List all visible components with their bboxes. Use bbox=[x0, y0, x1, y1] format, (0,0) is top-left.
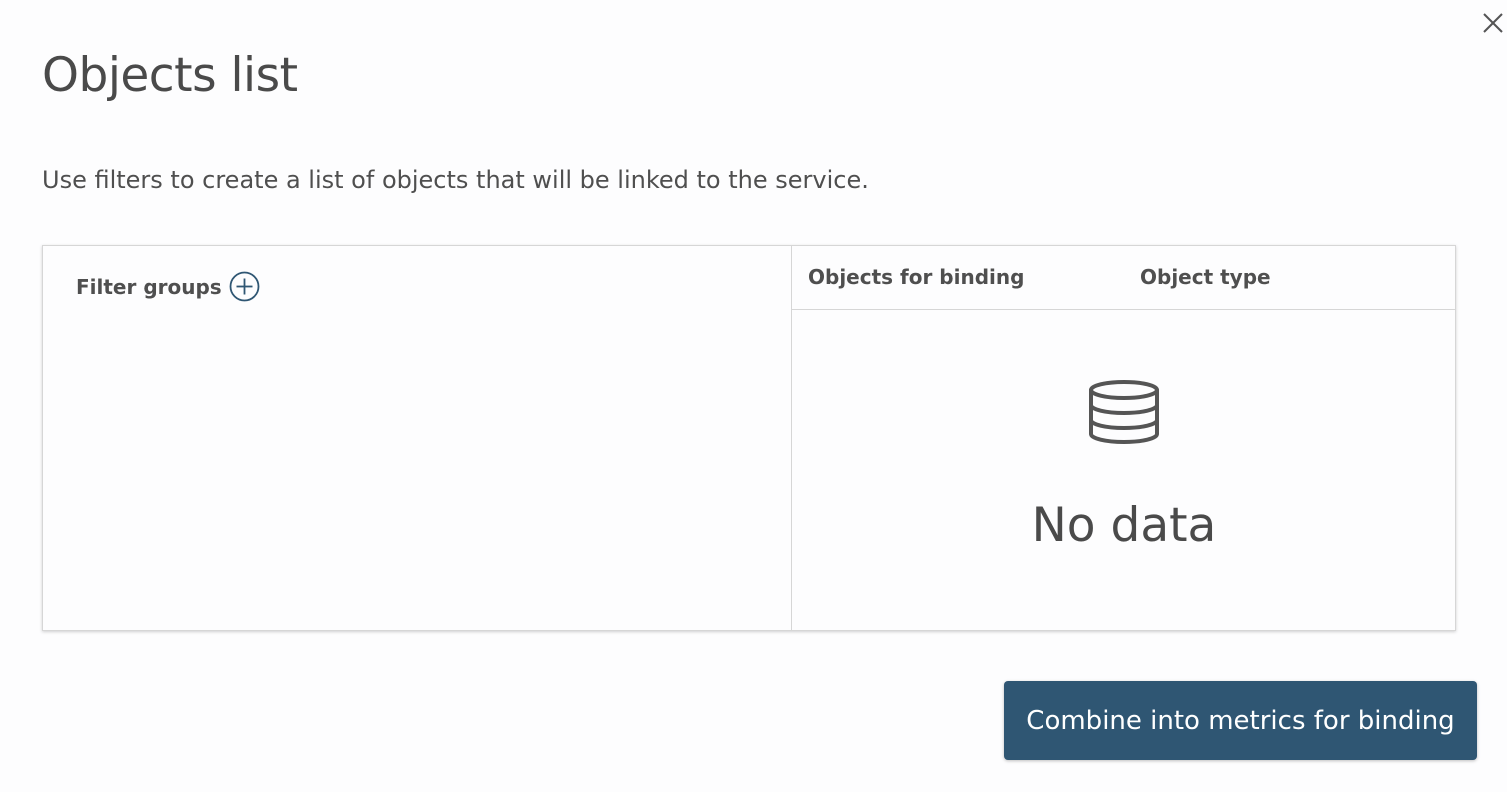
filter-groups-header: Filter groups bbox=[76, 271, 260, 302]
combine-into-metrics-button[interactable]: Combine into metrics for binding bbox=[1004, 681, 1477, 760]
objects-table: Objects for binding Object type No data bbox=[792, 246, 1456, 630]
add-filter-group-icon[interactable] bbox=[229, 271, 260, 302]
objects-list-dialog: Objects list Use filters to create a lis… bbox=[0, 0, 1507, 792]
filter-groups-pane: Filter groups bbox=[43, 246, 792, 630]
column-header-objects-for-binding[interactable]: Objects for binding bbox=[808, 265, 1024, 289]
table-header: Objects for binding Object type bbox=[792, 246, 1456, 310]
objects-panel: Filter groups Objects for binding Object… bbox=[42, 245, 1456, 631]
dialog-title: Objects list bbox=[42, 48, 298, 103]
close-icon[interactable] bbox=[1479, 9, 1507, 37]
database-icon bbox=[1089, 380, 1159, 444]
column-header-object-type[interactable]: Object type bbox=[1140, 265, 1271, 289]
filter-groups-label: Filter groups bbox=[76, 274, 222, 299]
empty-state: No data bbox=[792, 310, 1456, 630]
no-data-text: No data bbox=[1031, 498, 1217, 553]
dialog-description: Use filters to create a list of objects … bbox=[42, 166, 869, 194]
